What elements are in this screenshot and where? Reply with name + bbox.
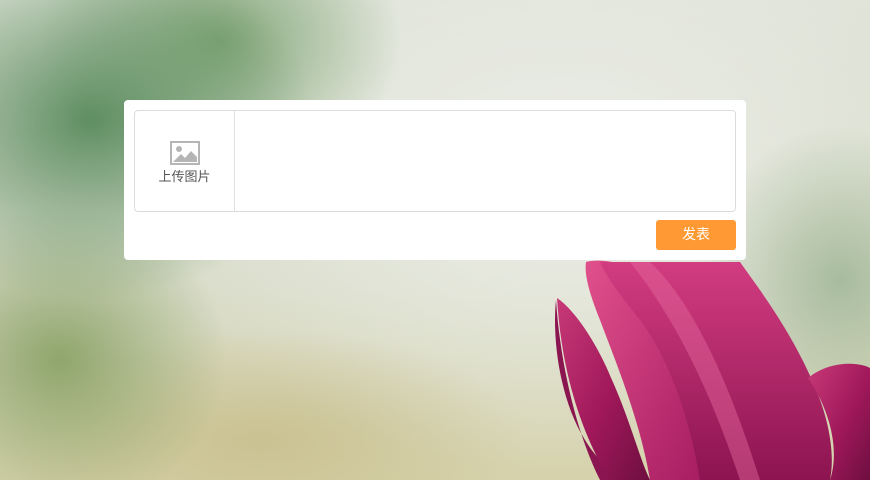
publish-button[interactable]: 发表 <box>656 220 736 250</box>
post-composer-card: 上传图片 发表 <box>124 100 746 260</box>
post-text-input[interactable] <box>235 111 735 211</box>
image-icon <box>169 141 200 165</box>
upload-image-button[interactable]: 上传图片 <box>135 111 235 211</box>
composer-box: 上传图片 <box>134 110 736 212</box>
upload-image-label: 上传图片 <box>158 170 211 185</box>
